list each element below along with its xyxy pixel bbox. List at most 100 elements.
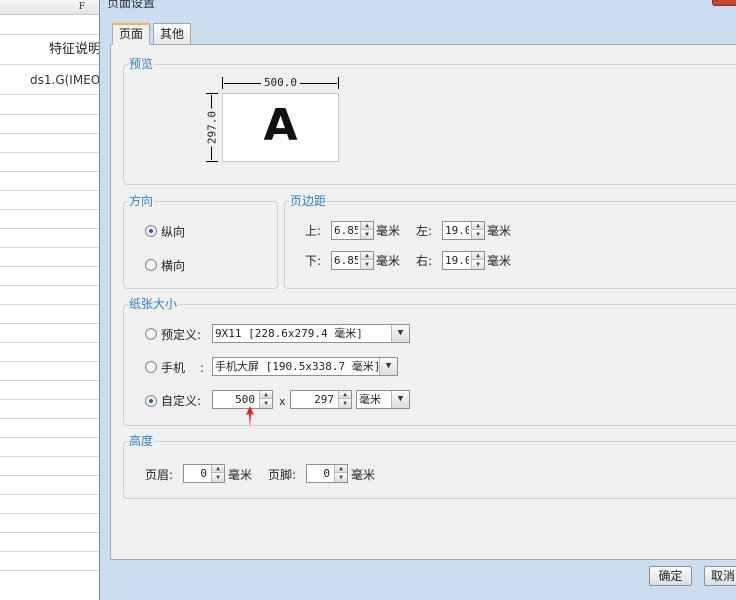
stepper-down-icon[interactable]: ▼ [361, 261, 373, 269]
tab-page[interactable]: 页面 [112, 23, 151, 45]
gridline [0, 418, 101, 419]
gridline [0, 247, 101, 248]
width-value: 500.0 [260, 76, 301, 89]
margin-top-value[interactable]: 6.85 [334, 222, 358, 239]
custom-radio[interactable] [145, 395, 157, 407]
portrait-radio[interactable] [145, 225, 157, 237]
sheet-row[interactable] [0, 15, 101, 35]
gridline [0, 285, 101, 286]
orientation-group: 方向 [123, 194, 278, 289]
margin-right-value[interactable]: 19.05 [445, 252, 469, 269]
margin-bottom-value[interactable]: 6.85 [334, 252, 358, 269]
gridline [0, 532, 101, 533]
gridline [0, 380, 101, 381]
dialog-title: 页面设置 [107, 0, 156, 10]
mobile-label[interactable]: 手机 [161, 361, 185, 375]
stepper-up-icon[interactable]: ▲ [335, 465, 347, 473]
custom-width-stepper[interactable]: 500 ▲ ▼ [212, 390, 273, 409]
stepper-down-icon[interactable]: ▼ [361, 231, 373, 239]
chevron-down-icon[interactable]: ▼ [391, 325, 409, 342]
stepper-up-icon[interactable]: ▲ [472, 222, 484, 230]
gridline [0, 475, 101, 476]
stepper-down-icon[interactable]: ▼ [472, 261, 484, 269]
mobile-radio[interactable] [145, 361, 157, 373]
landscape-radio[interactable] [145, 259, 157, 271]
gridline [0, 152, 101, 153]
stepper-up-icon[interactable]: ▲ [212, 465, 224, 473]
stepper-buttons: ▲ ▼ [338, 391, 351, 408]
margin-left-label: 左: [416, 224, 433, 238]
preview-legend: 预览 [128, 57, 155, 71]
tab-other[interactable]: 其他 [153, 23, 192, 44]
gridline [0, 171, 101, 172]
portrait-label[interactable]: 纵向 [161, 225, 185, 239]
stepper-up-icon[interactable]: ▲ [361, 222, 373, 230]
margin-left-value[interactable]: 19.05 [445, 222, 469, 239]
gridline [0, 494, 101, 495]
predefined-label[interactable]: 预定义: [161, 328, 201, 342]
preview-paper: A [222, 93, 339, 162]
stepper-up-icon[interactable]: ▲ [472, 252, 484, 260]
gridline [0, 361, 101, 362]
footer-height-stepper[interactable]: 0 ▲ ▼ [306, 464, 348, 483]
margin-top-stepper[interactable]: 6.85 ▲ ▼ [331, 221, 374, 240]
data-cell[interactable]: ds1.G(IMEO [0, 65, 101, 95]
header-cell[interactable]: 特征说明 [0, 35, 101, 65]
stepper-buttons: ▲ ▼ [471, 252, 484, 269]
stepper-buttons: ▲ ▼ [334, 465, 347, 482]
margin-bottom-stepper[interactable]: 6.85 ▲ ▼ [331, 251, 374, 270]
dimension-tick [206, 93, 218, 94]
height-value: 297.0 [205, 108, 219, 147]
custom-label[interactable]: 自定义: [161, 394, 201, 408]
paper-size-legend: 纸张大小 [128, 297, 179, 311]
mobile-select[interactable]: 手机大屏 [190.5x338.7 毫米] ▼ [212, 357, 398, 376]
stepper-up-icon[interactable]: ▲ [339, 391, 351, 399]
custom-height-value[interactable]: 297 [293, 391, 336, 408]
footer-height-value[interactable]: 0 [309, 465, 332, 482]
gridline [0, 114, 101, 115]
cancel-button[interactable]: 取消 [704, 566, 736, 586]
gridline [0, 437, 101, 438]
predefined-radio[interactable] [145, 328, 157, 340]
stepper-buttons: ▲ ▼ [259, 391, 272, 408]
margin-left-stepper[interactable]: 19.05 ▲▼ [442, 221, 485, 240]
landscape-label[interactable]: 横向 [161, 259, 185, 273]
stepper-down-icon[interactable]: ▼ [472, 231, 484, 239]
dialog-titlebar[interactable]: 页面设置 [100, 0, 736, 12]
chevron-down-icon[interactable]: ▼ [391, 391, 409, 408]
predefined-select[interactable]: 9X11 [228.6x279.4 毫米] ▼ [212, 324, 410, 343]
margin-right-unit: 毫米 [487, 254, 512, 268]
custom-height-stepper[interactable]: 297 ▲ ▼ [290, 390, 352, 409]
custom-unit-select[interactable]: 毫米 ▼ [356, 390, 410, 409]
margin-right-stepper[interactable]: 19.05 ▲▼ [442, 251, 485, 270]
margin-bottom-unit: 毫米 [376, 254, 401, 268]
column-header-f[interactable]: F [0, 0, 101, 15]
height-dimension-label: 297.0 [205, 100, 219, 156]
header-height-stepper[interactable]: 0 ▲ ▼ [183, 464, 225, 483]
ok-button[interactable]: 确定 [649, 566, 692, 586]
height-dimension: 297.0 [205, 93, 219, 162]
stepper-buttons: ▲ ▼ [211, 465, 224, 482]
gridline [0, 323, 101, 324]
footer-label: 页脚: [268, 468, 297, 482]
gridline [0, 228, 101, 229]
margin-left-unit: 毫米 [487, 224, 512, 238]
stepper-buttons: ▲ ▼ [360, 252, 373, 269]
stepper-down-icon[interactable]: ▼ [212, 474, 224, 482]
header-height-value[interactable]: 0 [186, 465, 209, 482]
mobile-separator: : [200, 361, 205, 375]
stepper-down-icon[interactable]: ▼ [335, 474, 347, 482]
gridline [0, 133, 101, 134]
header-unit: 毫米 [228, 468, 253, 482]
gridline [0, 551, 101, 552]
chevron-down-icon[interactable]: ▼ [379, 358, 397, 375]
stepper-buttons: ▲ ▼ [360, 222, 373, 239]
close-icon[interactable] [712, 0, 736, 6]
dimension-tick [206, 161, 218, 162]
gridline [0, 342, 101, 343]
stepper-up-icon[interactable]: ▲ [361, 252, 373, 260]
stepper-up-icon[interactable]: ▲ [260, 391, 272, 399]
spreadsheet-background: F 特征说明 ds1.G(IMEO [0, 0, 101, 587]
stepper-down-icon[interactable]: ▼ [260, 400, 272, 408]
stepper-down-icon[interactable]: ▼ [339, 400, 351, 408]
